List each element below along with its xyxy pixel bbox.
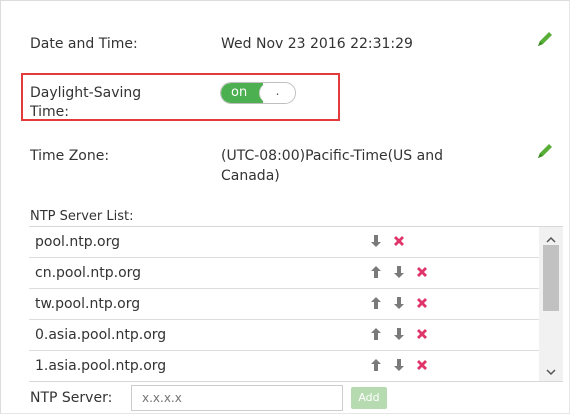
arrow-down-icon[interactable] — [391, 326, 407, 342]
ntp-server-host: 0.asia.pool.ntp.org — [35, 327, 167, 343]
delete-x-icon[interactable] — [414, 326, 430, 342]
edit-pencil-icon[interactable] — [535, 29, 555, 49]
arrow-up-icon[interactable] — [368, 357, 384, 373]
add-ntp-server-button[interactable]: Add — [351, 387, 387, 409]
delete-x-icon[interactable] — [414, 295, 430, 311]
time-zone-value-line2: Canada) — [221, 168, 280, 184]
arrow-down-icon[interactable] — [368, 233, 384, 249]
edit-pencil-icon[interactable] — [535, 141, 555, 161]
scroll-up-icon[interactable] — [545, 231, 557, 243]
ntp-server-row: 1.asia.pool.ntp.org — [29, 351, 539, 381]
dst-label-line1: Daylight-Saving — [30, 85, 142, 101]
time-zone-label: Time Zone: — [30, 148, 110, 164]
arrow-down-icon[interactable] — [391, 264, 407, 280]
ntp-server-row: cn.pool.ntp.org — [29, 258, 539, 289]
ntp-list-label: NTP Server List: — [30, 209, 134, 224]
scrollbar-thumb[interactable] — [543, 245, 559, 311]
ntp-server-host: 1.asia.pool.ntp.org — [35, 358, 167, 374]
date-time-value: Wed Nov 23 2016 22:31:29 — [221, 36, 413, 52]
ntp-server-host: tw.pool.ntp.org — [35, 296, 141, 312]
ntp-server-row: pool.ntp.org — [29, 227, 539, 258]
date-time-label: Date and Time: — [30, 36, 138, 52]
time-zone-value-line1: (UTC-08:00)Pacific-Time(US and — [221, 148, 443, 164]
ntp-server-label: NTP Server: — [30, 390, 113, 406]
ntp-settings-panel: Date and Time: Wed Nov 23 2016 22:31:29 … — [0, 0, 570, 414]
delete-x-icon[interactable] — [414, 264, 430, 280]
arrow-down-icon[interactable] — [391, 357, 407, 373]
ntp-server-row: 0.asia.pool.ntp.org — [29, 320, 539, 351]
arrow-down-icon[interactable] — [391, 295, 407, 311]
ntp-server-row: tw.pool.ntp.org — [29, 289, 539, 320]
arrow-up-icon[interactable] — [368, 326, 384, 342]
dst-label-line2: Time: — [30, 104, 69, 120]
dst-toggle-knob: . — [259, 83, 295, 103]
ntp-server-host: pool.ntp.org — [35, 234, 121, 250]
scroll-down-icon[interactable] — [545, 363, 557, 376]
dst-toggle[interactable]: on . — [220, 82, 296, 104]
ntp-server-input[interactable] — [131, 385, 343, 411]
arrow-up-icon[interactable] — [368, 264, 384, 280]
arrow-up-icon[interactable] — [368, 295, 384, 311]
dst-toggle-on-label: on — [221, 83, 263, 103]
ntp-list-scrollbar[interactable] — [539, 227, 563, 381]
ntp-server-list: pool.ntp.org cn.pool.ntp.org tw.pool.ntp… — [29, 226, 563, 382]
delete-x-icon[interactable] — [414, 357, 430, 373]
delete-x-icon[interactable] — [391, 233, 407, 249]
ntp-server-host: cn.pool.ntp.org — [35, 265, 142, 281]
